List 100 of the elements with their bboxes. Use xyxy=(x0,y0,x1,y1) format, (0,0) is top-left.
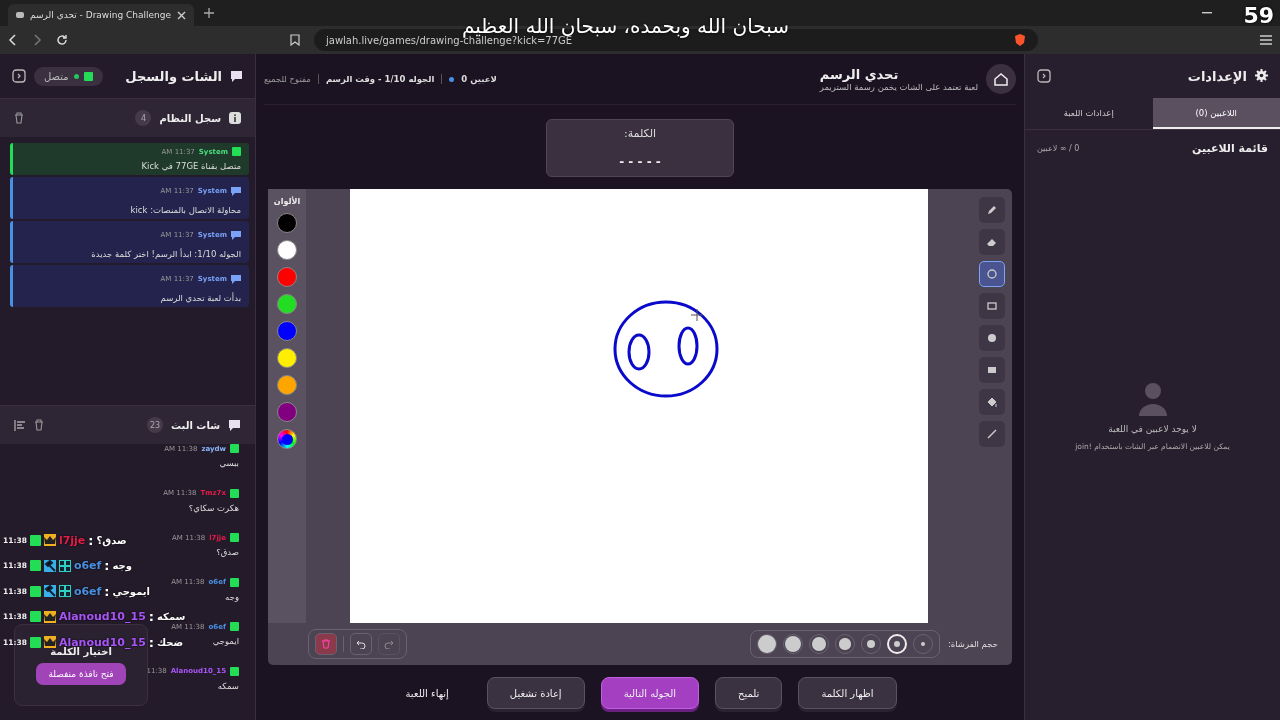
new-tab-icon[interactable] xyxy=(204,8,214,18)
square-icon xyxy=(986,300,998,312)
word-label: الكلمة: xyxy=(623,127,657,141)
kick-icon xyxy=(230,444,239,453)
color-swatch[interactable] xyxy=(277,267,297,287)
empty-title: لا يوجد لاعبين في اللعبة xyxy=(1108,424,1197,434)
tool-button[interactable] xyxy=(979,421,1005,447)
overlay-username: o6ef xyxy=(73,559,102,572)
list-title: قائمة اللاعبين xyxy=(1192,142,1268,155)
person-icon xyxy=(1137,382,1168,416)
fill-icon xyxy=(986,396,998,408)
tool-button[interactable] xyxy=(979,229,1005,255)
redo-icon xyxy=(384,639,394,649)
panel-title: الشات والسجل xyxy=(125,68,222,84)
game-button[interactable]: اظهار الكلمة xyxy=(798,677,897,709)
color-swatch[interactable] xyxy=(277,240,297,260)
browser-tab[interactable]: تحدي الرسم - Drawing Challenge xyxy=(8,4,194,26)
separator-text: : xyxy=(148,635,154,649)
pencil-icon xyxy=(986,204,998,216)
info-icon xyxy=(229,112,241,124)
game-button[interactable]: الجوله التالية xyxy=(600,677,699,709)
separator-text: : xyxy=(148,610,154,623)
circle-icon xyxy=(986,268,998,280)
color-swatch[interactable] xyxy=(277,375,297,395)
color-swatch[interactable] xyxy=(277,348,297,368)
kick-icon xyxy=(230,577,239,587)
color-picker[interactable] xyxy=(277,429,297,449)
game-subtitle: لعبة تعتمد على الشات يخمن رسمة الستريمر xyxy=(819,81,978,92)
tool-button[interactable] xyxy=(979,325,1005,351)
kick-icon xyxy=(83,71,93,81)
game-button[interactable]: إعادة تشغيل xyxy=(486,677,585,709)
players-label: 0 لاعبين xyxy=(461,74,497,84)
color-swatch[interactable] xyxy=(277,402,297,422)
log-message: محاولة الاتصال بالمنصات: kick xyxy=(129,205,241,215)
panel-title: الإعدادات xyxy=(1187,68,1247,84)
tool-button[interactable] xyxy=(979,389,1005,415)
collapse-panel-icon[interactable] xyxy=(12,69,26,83)
game-button[interactable]: تلميح xyxy=(715,677,783,709)
tool-button[interactable] xyxy=(979,197,1005,223)
player-count: 0 / ∞ لاعبين xyxy=(1037,144,1080,153)
color-swatch[interactable] xyxy=(277,321,297,341)
minimize-icon[interactable] xyxy=(1202,12,1212,14)
overlay-message: ضحك xyxy=(157,635,184,649)
overlay-username: Alanoud10_15 xyxy=(58,610,146,623)
game-title: تحدي الرسم xyxy=(819,66,899,82)
forward-icon[interactable] xyxy=(32,34,42,46)
bookmark-icon[interactable] xyxy=(290,34,300,46)
open-window-button[interactable]: فتح نافذة منفصلة xyxy=(36,662,126,685)
separator-text: : xyxy=(104,559,110,572)
connection-status: متصل xyxy=(34,66,103,86)
chat-message: وجه xyxy=(225,591,239,602)
log-message: متصل بقناة 77GE في Kick xyxy=(140,161,241,171)
collapse-panel-icon[interactable] xyxy=(1037,69,1051,83)
chat-message: سمكه xyxy=(217,680,239,691)
overlay-username: o6ef xyxy=(73,584,102,598)
tool-button[interactable] xyxy=(979,261,1005,287)
count-badge: 23 xyxy=(147,417,163,433)
word-hint: - - - - - xyxy=(619,154,661,169)
color-swatch[interactable] xyxy=(277,213,297,233)
undo-icon xyxy=(356,639,366,649)
tool-button[interactable] xyxy=(979,357,1005,383)
close-icon[interactable] xyxy=(177,10,186,20)
kick-icon xyxy=(29,560,41,571)
rect-icon xyxy=(986,364,998,376)
tool-button[interactable] xyxy=(979,293,1005,319)
color-swatch[interactable] xyxy=(277,294,297,314)
kick-icon xyxy=(29,611,41,622)
separator-text: : xyxy=(88,533,94,547)
chat-message: ايموجي xyxy=(212,636,239,646)
undo-button[interactable] xyxy=(350,633,372,655)
chat-message: صدق؟ xyxy=(216,547,239,557)
eraser-icon xyxy=(986,236,998,248)
kick-icon xyxy=(230,533,239,542)
back-icon[interactable] xyxy=(8,34,18,46)
chat-message: ببسي xyxy=(219,458,239,468)
trash-icon xyxy=(321,639,331,649)
reload-icon[interactable] xyxy=(56,34,68,46)
dot-icon xyxy=(986,332,998,344)
menu-icon[interactable] xyxy=(1260,35,1272,45)
kick-icon xyxy=(230,622,239,631)
brush-size-label: حجم الفرشاة: xyxy=(947,639,998,649)
chat-message: هكرت سكاي؟ xyxy=(188,502,239,513)
kick-icon xyxy=(29,585,41,597)
separator-text: : xyxy=(104,584,110,598)
brush-size-option[interactable] xyxy=(756,634,777,654)
tab[interactable]: اللاعبين (0) xyxy=(1152,98,1280,129)
overlay-message: وجه xyxy=(112,559,133,572)
tab[interactable]: إعدادات اللعبة xyxy=(1025,98,1153,129)
colors-title: الألوان xyxy=(273,197,301,206)
kick-icon xyxy=(230,666,239,676)
shield-icon[interactable] xyxy=(1014,34,1026,46)
log-message: بدأت لعبة تحدي الرسم xyxy=(159,293,241,303)
round-label: الجوله 1/10 - وقت الرسم xyxy=(325,74,435,84)
kick-icon xyxy=(232,147,241,156)
mode-label: مفتوح للجميع xyxy=(264,74,311,84)
overlay-message: صدق؟ xyxy=(96,533,127,547)
home-button[interactable] xyxy=(986,64,1016,94)
section-title: شات البث xyxy=(171,419,220,431)
game-button[interactable]: إنهاء اللعبة xyxy=(383,677,471,709)
overlay-message: سمكه xyxy=(157,610,186,623)
